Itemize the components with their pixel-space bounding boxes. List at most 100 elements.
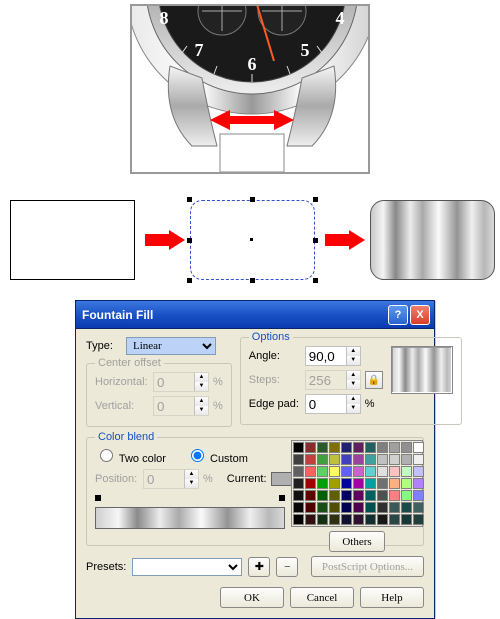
- color-swatch[interactable]: [305, 502, 316, 513]
- color-swatch[interactable]: [317, 490, 328, 501]
- color-swatch[interactable]: [341, 454, 352, 465]
- edgepad-spinner[interactable]: ▲▼: [305, 394, 361, 414]
- color-swatch[interactable]: [305, 442, 316, 453]
- color-swatch[interactable]: [317, 502, 328, 513]
- color-swatch[interactable]: [353, 490, 364, 501]
- angle-label: Angle:: [249, 350, 305, 362]
- color-swatch[interactable]: [377, 478, 388, 489]
- color-swatch[interactable]: [317, 514, 328, 525]
- color-swatch[interactable]: [293, 490, 304, 501]
- color-swatch[interactable]: [401, 514, 412, 525]
- color-swatch[interactable]: [353, 514, 364, 525]
- color-swatch[interactable]: [389, 514, 400, 525]
- help-icon[interactable]: ?: [388, 305, 408, 325]
- gradient-editor[interactable]: [95, 495, 285, 539]
- color-swatch[interactable]: [317, 454, 328, 465]
- color-swatch[interactable]: [353, 454, 364, 465]
- color-swatch[interactable]: [329, 466, 340, 477]
- color-swatch[interactable]: [341, 502, 352, 513]
- color-swatch[interactable]: [413, 502, 424, 513]
- color-swatch[interactable]: [305, 478, 316, 489]
- color-swatch[interactable]: [365, 490, 376, 501]
- color-swatch[interactable]: [413, 514, 424, 525]
- angle-spinner[interactable]: ▲▼: [305, 346, 361, 366]
- color-swatch[interactable]: [329, 490, 340, 501]
- others-button[interactable]: Others: [329, 531, 385, 552]
- ok-button[interactable]: OK: [220, 587, 284, 608]
- color-swatch[interactable]: [377, 466, 388, 477]
- color-swatch[interactable]: [413, 454, 424, 465]
- two-color-radio[interactable]: Two color: [95, 446, 166, 465]
- color-swatch[interactable]: [329, 502, 340, 513]
- color-swatch[interactable]: [329, 514, 340, 525]
- color-swatch[interactable]: [389, 442, 400, 453]
- color-swatch[interactable]: [329, 454, 340, 465]
- color-swatch[interactable]: [293, 454, 304, 465]
- color-swatch[interactable]: [293, 514, 304, 525]
- color-swatch[interactable]: [329, 478, 340, 489]
- color-swatch[interactable]: [389, 466, 400, 477]
- type-select[interactable]: Linear: [126, 337, 216, 355]
- color-swatch[interactable]: [293, 478, 304, 489]
- color-swatch[interactable]: [341, 514, 352, 525]
- custom-radio[interactable]: Custom: [186, 446, 248, 465]
- color-swatch[interactable]: [293, 442, 304, 453]
- color-swatch[interactable]: [401, 490, 412, 501]
- color-swatch[interactable]: [341, 478, 352, 489]
- presets-select[interactable]: [132, 558, 242, 576]
- add-preset-button[interactable]: ✚: [248, 557, 270, 577]
- color-swatch[interactable]: [365, 454, 376, 465]
- remove-preset-button[interactable]: −: [276, 557, 298, 577]
- color-swatch[interactable]: [293, 466, 304, 477]
- color-swatch[interactable]: [305, 466, 316, 477]
- unit: %: [365, 398, 375, 410]
- lock-icon[interactable]: 🔒: [365, 371, 383, 389]
- vertical-spinner: ▲▼: [153, 396, 209, 416]
- color-swatch[interactable]: [401, 442, 412, 453]
- color-swatch[interactable]: [365, 514, 376, 525]
- color-swatch[interactable]: [305, 490, 316, 501]
- color-swatch[interactable]: [305, 454, 316, 465]
- color-swatch[interactable]: [305, 514, 316, 525]
- color-swatch[interactable]: [389, 478, 400, 489]
- cancel-button[interactable]: Cancel: [290, 587, 354, 608]
- color-swatch[interactable]: [413, 490, 424, 501]
- color-swatch[interactable]: [353, 502, 364, 513]
- color-swatch[interactable]: [365, 502, 376, 513]
- color-swatch[interactable]: [293, 502, 304, 513]
- color-swatch[interactable]: [377, 514, 388, 525]
- color-swatch[interactable]: [317, 478, 328, 489]
- color-swatch[interactable]: [353, 466, 364, 477]
- unit: %: [213, 376, 223, 388]
- color-swatch[interactable]: [353, 478, 364, 489]
- color-swatch[interactable]: [341, 490, 352, 501]
- color-swatch[interactable]: [377, 442, 388, 453]
- color-swatch[interactable]: [341, 466, 352, 477]
- color-swatch[interactable]: [341, 442, 352, 453]
- color-swatch[interactable]: [377, 454, 388, 465]
- color-swatch[interactable]: [365, 478, 376, 489]
- color-swatch[interactable]: [377, 502, 388, 513]
- color-swatch[interactable]: [401, 466, 412, 477]
- color-swatch[interactable]: [413, 478, 424, 489]
- color-swatch[interactable]: [377, 490, 388, 501]
- steps-label: Steps:: [249, 374, 305, 386]
- help-button[interactable]: Help: [360, 587, 424, 608]
- color-swatch[interactable]: [317, 466, 328, 477]
- color-swatch[interactable]: [401, 478, 412, 489]
- color-swatch[interactable]: [389, 454, 400, 465]
- color-swatch[interactable]: [353, 442, 364, 453]
- close-icon[interactable]: X: [410, 305, 430, 325]
- color-swatch[interactable]: [365, 442, 376, 453]
- color-swatch[interactable]: [365, 466, 376, 477]
- titlebar[interactable]: Fountain Fill ? X: [76, 301, 434, 329]
- color-swatch[interactable]: [401, 502, 412, 513]
- color-swatch[interactable]: [413, 466, 424, 477]
- color-swatch[interactable]: [389, 502, 400, 513]
- presets-label: Presets:: [86, 561, 126, 573]
- color-swatch[interactable]: [329, 442, 340, 453]
- color-swatch[interactable]: [401, 454, 412, 465]
- color-swatch[interactable]: [413, 442, 424, 453]
- color-swatch[interactable]: [389, 490, 400, 501]
- color-swatch[interactable]: [317, 442, 328, 453]
